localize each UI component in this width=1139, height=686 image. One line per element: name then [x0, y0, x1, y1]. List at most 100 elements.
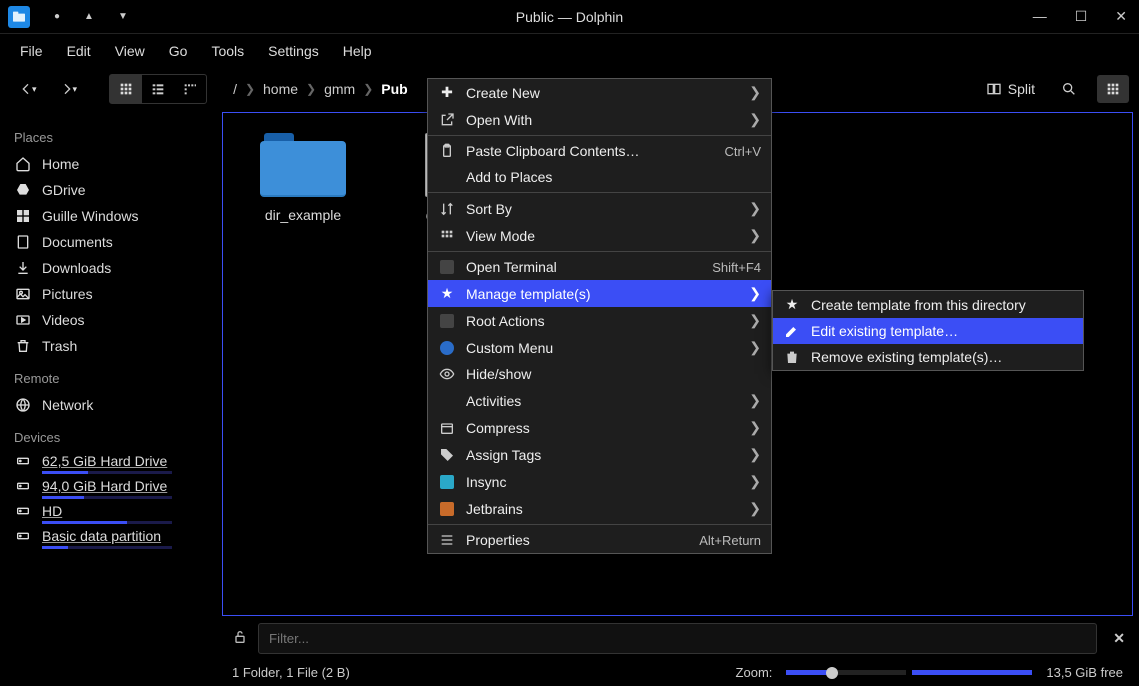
chevron-right-icon: ❯	[749, 227, 761, 244]
crumb-root[interactable]: /	[233, 81, 237, 97]
pencil-icon	[783, 323, 801, 339]
split-button[interactable]: Split	[980, 75, 1041, 103]
section-devices: Devices	[10, 426, 212, 449]
up-icon[interactable]: ▲	[84, 11, 94, 22]
sidebar-item-documents[interactable]: Documents	[10, 229, 212, 255]
close-button[interactable]: ✕	[1111, 4, 1131, 29]
ctx-activities[interactable]: Activities❯	[428, 387, 771, 414]
gdrive-icon	[14, 182, 32, 198]
drive-icon	[14, 453, 32, 469]
ctx-remove-template[interactable]: Remove existing template(s)…	[773, 344, 1083, 370]
sort-icon	[438, 201, 456, 217]
section-remote: Remote	[10, 367, 212, 390]
ctx-compress[interactable]: Compress❯	[428, 414, 771, 441]
sidebar-item-network[interactable]: Network	[10, 392, 212, 418]
ctx-add-places[interactable]: Add to Places	[428, 164, 771, 190]
windows-icon	[14, 208, 32, 224]
crumb-current[interactable]: Pub	[381, 81, 407, 97]
view-icons-button[interactable]	[110, 75, 142, 103]
maximize-button[interactable]: ☐	[1071, 4, 1092, 29]
ctx-edit-template[interactable]: Edit existing template…	[773, 318, 1083, 344]
chevron-right-icon: ❯	[306, 82, 316, 96]
breadcrumb: / ❯ home ❯ gmm ❯ Pub	[233, 81, 408, 97]
ctx-properties[interactable]: PropertiesAlt+Return	[428, 527, 771, 553]
downloads-icon	[14, 260, 32, 276]
chevron-right-icon: ❯	[749, 285, 761, 302]
menu-help[interactable]: Help	[331, 37, 384, 65]
ctx-assign-tags[interactable]: Assign Tags❯	[428, 441, 771, 468]
menu-tools[interactable]: Tools	[199, 37, 256, 65]
crumb-gmm[interactable]: gmm	[324, 81, 355, 97]
restore-icon[interactable]: ●	[54, 11, 60, 22]
ctx-insync[interactable]: Insync❯	[428, 468, 771, 495]
separator	[428, 251, 771, 252]
filter-close-button[interactable]: ✕	[1107, 630, 1131, 647]
drive-icon	[14, 528, 32, 544]
menu-file[interactable]: File	[8, 37, 55, 65]
view-details-button[interactable]	[174, 75, 206, 103]
ctx-create-template[interactable]: ★Create template from this directory	[773, 291, 1083, 318]
sidebar-item-windows[interactable]: Guille Windows	[10, 203, 212, 229]
zoom-label: Zoom:	[736, 665, 773, 680]
folder-icon	[260, 133, 346, 197]
section-places: Places	[10, 126, 212, 149]
chevron-right-icon: ❯	[245, 82, 255, 96]
down-icon[interactable]: ▼	[118, 11, 128, 22]
ctx-custom-menu[interactable]: Custom Menu❯	[428, 334, 771, 361]
minimize-button[interactable]: ―	[1029, 4, 1051, 29]
chevron-right-icon: ❯	[363, 82, 373, 96]
sidebar-item-drive-1[interactable]: 62,5 GiB Hard Drive	[10, 451, 212, 476]
view-compact-button[interactable]	[142, 75, 174, 103]
zoom-slider[interactable]	[786, 670, 1032, 675]
plus-icon: ✚	[438, 84, 456, 101]
ctx-manage-templates[interactable]: ★Manage template(s)❯	[428, 280, 771, 307]
sidebar-item-videos[interactable]: Videos	[10, 307, 212, 333]
nav-back-button[interactable]: ▾	[10, 75, 45, 103]
sidebar-item-pictures[interactable]: Pictures	[10, 281, 212, 307]
sidebar-item-drive-3[interactable]: HD	[10, 501, 212, 526]
ctx-jetbrains[interactable]: Jetbrains❯	[428, 495, 771, 522]
menu-settings[interactable]: Settings	[256, 37, 331, 65]
documents-icon	[14, 234, 32, 250]
sidebar-item-gdrive[interactable]: GDrive	[10, 177, 212, 203]
status-text: 1 Folder, 1 File (2 B)	[232, 665, 350, 680]
sidebar-item-home[interactable]: Home	[10, 151, 212, 177]
terminal-icon	[438, 260, 456, 274]
drive-icon	[14, 503, 32, 519]
ctx-open-terminal[interactable]: Open TerminalShift+F4	[428, 254, 771, 280]
open-with-icon	[438, 112, 456, 128]
trash-icon	[14, 338, 32, 354]
ctx-root-actions[interactable]: Root Actions❯	[428, 307, 771, 334]
menu-button[interactable]	[1097, 75, 1129, 103]
ctx-create-new[interactable]: ✚Create New❯	[428, 79, 771, 106]
sidebar-item-drive-2[interactable]: 94,0 GiB Hard Drive	[10, 476, 212, 501]
lock-icon[interactable]	[232, 629, 248, 648]
search-button[interactable]	[1053, 75, 1085, 103]
ctx-hide-show[interactable]: Hide/show	[428, 361, 771, 387]
filter-input[interactable]	[258, 623, 1097, 654]
menu-edit[interactable]: Edit	[55, 37, 103, 65]
pictures-icon	[14, 286, 32, 302]
clipboard-icon	[438, 143, 456, 159]
chevron-right-icon: ❯	[749, 500, 761, 517]
nav-forward-button[interactable]: ▾	[51, 75, 86, 103]
context-menu: ✚Create New❯ Open With❯ Paste Clipboard …	[427, 78, 772, 554]
ctx-open-with[interactable]: Open With❯	[428, 106, 771, 133]
crumb-home[interactable]: home	[263, 81, 298, 97]
sidebar-item-trash[interactable]: Trash	[10, 333, 212, 359]
list-icon	[438, 532, 456, 548]
menu-go[interactable]: Go	[157, 37, 200, 65]
sidebar-item-downloads[interactable]: Downloads	[10, 255, 212, 281]
ctx-view-mode[interactable]: View Mode❯	[428, 222, 771, 249]
menu-view[interactable]: View	[103, 37, 157, 65]
sidebar-item-drive-4[interactable]: Basic data partition	[10, 526, 212, 551]
ctx-sort-by[interactable]: Sort By❯	[428, 195, 771, 222]
home-icon	[14, 156, 32, 172]
root-icon	[438, 314, 456, 328]
chevron-right-icon: ❯	[749, 339, 761, 356]
star-icon: ★	[783, 296, 801, 313]
folder-item[interactable]: dir_example	[243, 133, 363, 223]
chevron-right-icon: ❯	[749, 473, 761, 490]
ctx-paste[interactable]: Paste Clipboard Contents…Ctrl+V	[428, 138, 771, 164]
trash-icon	[783, 349, 801, 365]
